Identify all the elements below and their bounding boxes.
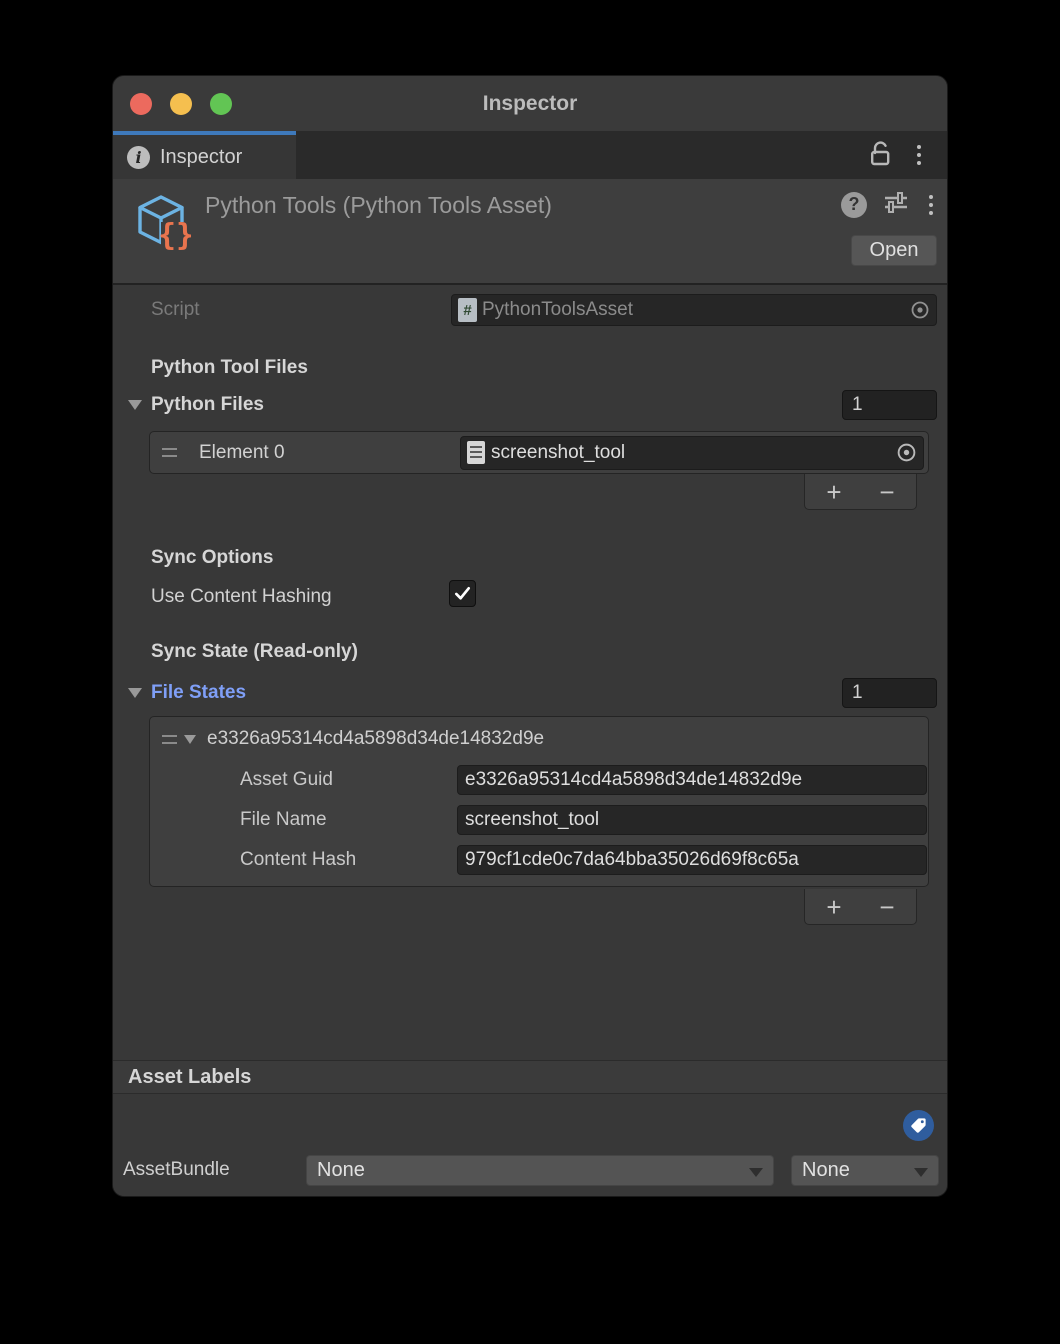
- python-tools-asset-icon: {}: [133, 192, 191, 255]
- lock-icon[interactable]: [869, 140, 893, 171]
- asset-labels-band: Asset Labels: [113, 1060, 947, 1094]
- drag-handle-icon[interactable]: [162, 735, 177, 744]
- checkmark-icon: [453, 584, 472, 603]
- python-files-count-field[interactable]: 1: [842, 390, 937, 420]
- presets-icon[interactable]: [882, 189, 910, 220]
- asset-bundle-label: AssetBundle: [123, 1159, 230, 1181]
- sync-options-header: Sync Options: [151, 547, 273, 569]
- file-name-label: File Name: [240, 809, 425, 831]
- file-states-label: File States: [151, 682, 246, 704]
- open-button[interactable]: Open: [851, 235, 937, 266]
- asset-guid-label: Asset Guid: [240, 769, 425, 791]
- remove-element-button[interactable]: −: [863, 479, 911, 505]
- traffic-lights: [130, 76, 232, 131]
- chevron-down-icon: [914, 1168, 928, 1177]
- add-element-button[interactable]: +: [810, 894, 858, 920]
- file-states-count-field[interactable]: 1: [842, 678, 937, 708]
- inspector-body: Script # PythonToolsAsset Python Tool Fi…: [113, 285, 947, 1060]
- script-field-value: PythonToolsAsset: [482, 299, 633, 321]
- asset-guid-field[interactable]: e3326a95314cd4a5898d34de14832d9e: [457, 765, 927, 795]
- minimize-window-icon[interactable]: [170, 93, 192, 115]
- asset-footer: AssetBundle None None: [113, 1094, 947, 1196]
- python-files-foldout[interactable]: Python Files 1: [128, 389, 937, 421]
- text-asset-icon: [467, 441, 485, 464]
- close-window-icon[interactable]: [130, 93, 152, 115]
- file-name-field[interactable]: screenshot_tool: [457, 805, 927, 835]
- foldout-open-icon[interactable]: [184, 735, 196, 744]
- python-files-label: Python Files: [151, 394, 264, 416]
- element0-object-field[interactable]: screenshot_tool: [460, 436, 924, 470]
- content-hash-label: Content Hash: [240, 849, 425, 871]
- info-icon: i: [127, 146, 150, 169]
- sync-state-header: Sync State (Read-only): [151, 641, 358, 663]
- script-row: Script # PythonToolsAsset: [151, 294, 937, 326]
- python-tool-files-header: Python Tool Files: [151, 357, 308, 379]
- file-states-foldout[interactable]: File States 1: [128, 677, 937, 709]
- zoom-window-icon[interactable]: [210, 93, 232, 115]
- use-content-hashing-checkbox[interactable]: [449, 580, 476, 607]
- object-picker-icon[interactable]: [904, 300, 936, 320]
- tab-label: Inspector: [160, 146, 242, 169]
- asset-bundle-value: None: [317, 1159, 365, 1182]
- content-hash-value: 979cf1cde0c7da64bba35026d69f8c65a: [465, 849, 799, 871]
- help-icon[interactable]: ?: [841, 192, 867, 218]
- element0-label: Element 0: [199, 442, 285, 464]
- file-name-value: screenshot_tool: [465, 809, 599, 831]
- file-state-guid-header: e3326a95314cd4a5898d34de14832d9e: [207, 728, 544, 750]
- tab-menu-kebab-icon[interactable]: [913, 141, 925, 169]
- header-menu-kebab-icon[interactable]: [925, 191, 937, 219]
- asset-header: {} Python Tools (Python Tools Asset) ? O…: [113, 179, 947, 285]
- object-picker-icon[interactable]: [890, 442, 923, 463]
- csharp-script-icon: #: [458, 298, 477, 322]
- python-files-list: Element 0 screenshot_tool: [149, 431, 929, 474]
- use-content-hashing-label: Use Content Hashing: [151, 586, 332, 608]
- drag-handle-icon[interactable]: [162, 448, 177, 457]
- file-state-entry-header[interactable]: e3326a95314cd4a5898d34de14832d9e: [162, 725, 928, 753]
- foldout-open-icon[interactable]: [128, 688, 142, 698]
- asset-bundle-variant-value: None: [802, 1159, 850, 1182]
- inspector-window: Inspector i Inspector {}: [112, 75, 948, 1197]
- asset-bundle-variant-dropdown[interactable]: None: [791, 1155, 939, 1186]
- add-element-button[interactable]: +: [810, 479, 858, 505]
- tab-bar: i Inspector: [113, 131, 947, 179]
- script-object-field[interactable]: # PythonToolsAsset: [451, 294, 937, 326]
- window-titlebar[interactable]: Inspector: [113, 76, 947, 131]
- foldout-open-icon[interactable]: [128, 400, 142, 410]
- chevron-down-icon: [749, 1168, 763, 1177]
- tab-inspector[interactable]: i Inspector: [113, 131, 296, 179]
- content-hash-field[interactable]: 979cf1cde0c7da64bba35026d69f8c65a: [457, 845, 927, 875]
- label-tag-icon[interactable]: [903, 1110, 934, 1141]
- asset-title: Python Tools (Python Tools Asset): [205, 192, 552, 219]
- python-files-list-footer: + −: [804, 474, 917, 510]
- element0-value: screenshot_tool: [491, 442, 625, 464]
- asset-bundle-row: AssetBundle None None: [123, 1155, 937, 1186]
- svg-text:{}: {}: [158, 218, 191, 250]
- file-states-list: e3326a95314cd4a5898d34de14832d9e Asset G…: [149, 716, 929, 887]
- asset-bundle-dropdown[interactable]: None: [306, 1155, 774, 1186]
- script-label: Script: [151, 299, 200, 321]
- remove-element-button[interactable]: −: [863, 894, 911, 920]
- asset-labels-header: Asset Labels: [128, 1066, 251, 1089]
- file-states-list-footer: + −: [804, 889, 917, 925]
- window-title: Inspector: [483, 92, 578, 116]
- asset-guid-value: e3326a95314cd4a5898d34de14832d9e: [465, 769, 802, 791]
